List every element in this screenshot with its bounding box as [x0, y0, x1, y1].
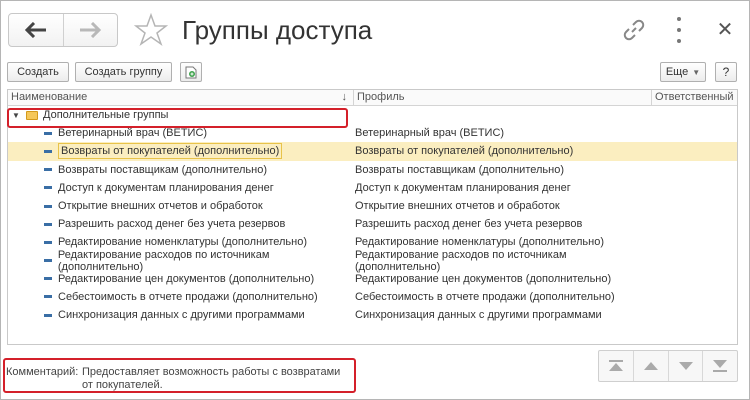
move-up-button[interactable]: [633, 351, 668, 381]
table-row[interactable]: Себестоимость в отчете продажи (дополнит…: [8, 288, 737, 306]
table-row[interactable]: Редактирование цен документов (дополните…: [8, 270, 737, 288]
column-header-responsible[interactable]: Ответственный: [651, 90, 737, 106]
row-profile: Редактирование расходов по источникам (д…: [355, 248, 567, 273]
row-responsible: [651, 179, 737, 197]
vertical-dots-icon[interactable]: [675, 17, 683, 43]
row-profile: Разрешить расход денег без учета резерво…: [355, 218, 583, 231]
table-row[interactable]: Возвраты поставщикам (дополнительно) Возв…: [8, 161, 737, 179]
page-title: Группы доступа: [182, 15, 373, 45]
item-marker-icon: [44, 168, 52, 172]
row-name-cell: Доступ к документам планирования денег: [8, 179, 353, 197]
forward-button[interactable]: [62, 14, 117, 46]
help-button[interactable]: ?: [715, 62, 737, 82]
row-responsible: [651, 306, 737, 324]
group-responsible-cell: [651, 106, 737, 124]
move-buttons: [598, 350, 738, 382]
move-up-icon: [644, 362, 659, 370]
item-marker-icon: [44, 149, 52, 153]
row-profile: Синхронизация данных с другими программа…: [355, 309, 602, 322]
row-profile: Редактирование цен документов (дополните…: [355, 272, 612, 285]
link-icon[interactable]: [622, 18, 646, 42]
row-name-cell: Редактирование расходов по источникам (д…: [8, 249, 353, 273]
arrow-right-icon: [80, 22, 102, 38]
group-profile-cell: [353, 106, 651, 124]
row-responsible: [651, 233, 737, 251]
move-down-button[interactable]: [667, 351, 703, 381]
row-profile: Возвраты от покупателей (дополнительно): [355, 145, 574, 158]
row-name: Возвраты поставщикам (дополнительно): [58, 163, 267, 176]
row-responsible: [651, 215, 737, 233]
row-name: Доступ к документам планирования денег: [58, 181, 274, 194]
row-name: Разрешить расход денег без учета резерво…: [58, 218, 286, 231]
highlight-frame-group: [7, 108, 348, 128]
row-responsible: [651, 124, 737, 142]
row-name-cell: Синхронизация данных с другими программа…: [8, 306, 353, 324]
column-header-profile[interactable]: Профиль: [353, 90, 651, 106]
more-button-label: Еще: [665, 66, 689, 78]
item-marker-icon: [44, 204, 52, 208]
row-name: Синхронизация данных с другими программа…: [58, 309, 305, 322]
row-responsible: [651, 270, 737, 288]
star-icon[interactable]: [134, 13, 168, 47]
row-name-cell: Редактирование цен документов (дополните…: [8, 270, 353, 288]
row-name-cell: Себестоимость в отчете продажи (дополнит…: [8, 288, 353, 306]
item-marker-icon: [44, 259, 52, 263]
item-marker-icon: [44, 277, 52, 281]
item-marker-icon: [44, 186, 52, 190]
move-top-icon: [609, 360, 624, 371]
row-profile: Ветеринарный врач (ВЕТИС): [355, 127, 505, 140]
row-profile: Открытие внешних отчетов и обработок: [355, 200, 560, 213]
row-name: Себестоимость в отчете продажи (дополнит…: [58, 290, 318, 303]
row-responsible: [651, 252, 737, 270]
row-name: Редактирование номенклатуры (дополнитель…: [58, 236, 307, 249]
move-down-icon: [678, 362, 693, 370]
navigation-buttons: [8, 13, 118, 47]
item-marker-icon: [44, 313, 52, 317]
table-row[interactable]: Редактирование расходов по источникам (д…: [8, 248, 737, 273]
row-responsible: [651, 197, 737, 215]
row-name-cell: Возвраты от покупателей (дополнительно): [8, 142, 353, 160]
move-to-top-button[interactable]: [599, 351, 633, 381]
highlight-frame-comment: [3, 358, 356, 393]
column-header-name-label: Наименование: [11, 91, 88, 103]
row-name-cell: Возвраты поставщикам (дополнительно): [8, 161, 353, 179]
sort-arrow-icon: ↓: [341, 91, 348, 103]
row-name-cell: Открытие внешних отчетов и обработок: [8, 197, 353, 215]
move-to-bottom-button[interactable]: [702, 351, 737, 381]
arrow-left-icon: [24, 22, 46, 38]
document-button[interactable]: [180, 62, 202, 82]
item-marker-icon: [44, 131, 52, 135]
row-responsible: [651, 142, 737, 160]
row-profile: Доступ к документам планирования денег: [355, 181, 571, 194]
item-marker-icon: [44, 295, 52, 299]
table-body: Ветеринарный врач (ВЕТИС) Ветеринарный вр…: [8, 124, 737, 324]
table-row[interactable]: Возвраты от покупателей (дополнительно) В…: [8, 142, 737, 161]
move-bottom-icon: [713, 360, 728, 372]
column-header-name[interactable]: Наименование ↓: [8, 90, 353, 106]
document-icon: [185, 66, 197, 78]
create-button[interactable]: Создать: [7, 62, 69, 82]
table-row[interactable]: Синхронизация данных с другими программа…: [8, 306, 737, 324]
table-row[interactable]: Открытие внешних отчетов и обработок Откр…: [8, 197, 737, 215]
row-name-cell: Разрешить расход денег без учета резерво…: [8, 215, 353, 233]
row-responsible: [651, 288, 737, 306]
row-name: Ветеринарный врач (ВЕТИС): [58, 127, 208, 140]
chevron-down-icon: ▼: [692, 67, 701, 77]
back-button[interactable]: [9, 14, 63, 46]
close-icon[interactable]: ✕: [714, 19, 736, 41]
table-row[interactable]: Доступ к документам планирования денег До…: [8, 179, 737, 197]
row-profile: Возвраты поставщикам (дополнительно): [355, 163, 564, 176]
table-header: Наименование ↓ Профиль Ответственный: [8, 90, 737, 106]
create-group-button[interactable]: Создать группу: [75, 62, 172, 82]
table-row[interactable]: Разрешить расход денег без учета резерво…: [8, 215, 737, 233]
more-button[interactable]: Еще ▼: [660, 62, 706, 82]
row-profile: Себестоимость в отчете продажи (дополнит…: [355, 290, 615, 303]
row-responsible: [651, 161, 737, 179]
row-name: Открытие внешних отчетов и обработок: [58, 200, 263, 213]
row-name: Возвраты от покупателей (дополнительно): [58, 143, 283, 160]
row-name: Редактирование цен документов (дополните…: [58, 272, 315, 285]
item-marker-icon: [44, 222, 52, 226]
item-marker-icon: [44, 240, 52, 244]
